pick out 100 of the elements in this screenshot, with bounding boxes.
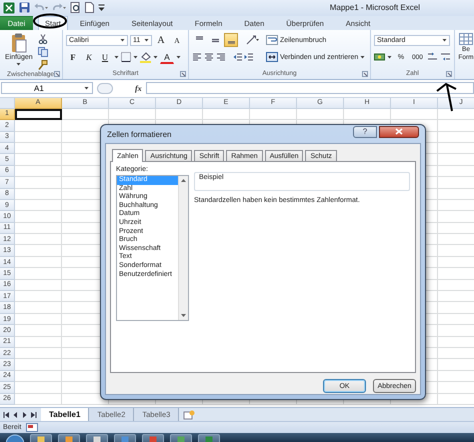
grid-cell[interactable]	[15, 280, 62, 292]
caret-icon[interactable]	[360, 55, 366, 60]
border-icon[interactable]	[121, 52, 131, 62]
font-color-button[interactable]: A	[160, 50, 174, 64]
grid-cell[interactable]	[15, 370, 62, 382]
text-orientation-icon[interactable]	[246, 35, 260, 46]
sheet-tab[interactable]: Tabelle1	[41, 408, 90, 422]
caret-icon[interactable]	[387, 55, 392, 60]
caret-icon[interactable]	[144, 38, 149, 42]
grid-cell[interactable]	[15, 314, 62, 326]
caret-icon[interactable]	[84, 86, 89, 90]
grid-cell[interactable]	[15, 154, 62, 166]
currency-icon[interactable]	[374, 52, 385, 62]
decrease-decimal-icon[interactable]	[440, 52, 451, 62]
app-icon	[93, 436, 101, 442]
clipboard-icon	[10, 32, 27, 53]
text-align-icon[interactable]	[204, 52, 214, 62]
grid-cell[interactable]	[62, 108, 109, 120]
caret-icon[interactable]	[442, 38, 447, 42]
print-preview-icon[interactable]	[70, 2, 81, 14]
select-all-button[interactable]	[0, 98, 15, 109]
customize-toolbar-icon[interactable]	[98, 4, 105, 12]
grid-cell[interactable]	[15, 142, 62, 154]
insert-function-button[interactable]: fx	[135, 84, 142, 93]
hand-drawn-circle	[33, 14, 67, 28]
grid-cell[interactable]	[391, 108, 438, 120]
grid-cell[interactable]	[344, 108, 391, 120]
grid-cell[interactable]	[15, 325, 62, 337]
grid-cell[interactable]	[156, 108, 203, 120]
copy-icon[interactable]	[38, 46, 48, 57]
save-icon[interactable]	[19, 2, 30, 14]
first-sheet-icon[interactable]	[3, 410, 10, 419]
grid-cell[interactable]	[203, 108, 250, 120]
grid-cell[interactable]	[109, 108, 156, 120]
insert-sheet-icon[interactable]	[183, 410, 196, 420]
grow-font-button[interactable]: A	[154, 33, 168, 48]
grid-cell[interactable]	[15, 394, 62, 405]
grid-cell[interactable]	[15, 382, 62, 394]
grid-cell[interactable]	[250, 108, 297, 120]
grid-cell[interactable]	[15, 177, 62, 189]
caret-icon[interactable]	[114, 55, 119, 60]
spreadsheet-app-icon[interactable]	[3, 2, 15, 14]
grid-cell[interactable]	[15, 359, 62, 371]
macro-record-icon[interactable]	[26, 423, 38, 432]
italic-button[interactable]: K	[82, 50, 96, 64]
resize-grip-icon[interactable]	[97, 82, 113, 94]
start-button-icon[interactable]	[6, 433, 24, 442]
grid-cell[interactable]	[15, 120, 62, 132]
dialog-launcher-icon[interactable]	[180, 70, 186, 77]
text-align-icon[interactable]	[192, 52, 202, 62]
merge-cells-icon	[266, 52, 278, 62]
grid-cell[interactable]	[15, 166, 62, 178]
app-icon	[65, 436, 73, 442]
align-lines-icon	[210, 36, 220, 44]
active-cell[interactable]	[15, 108, 62, 120]
grid-cell[interactable]	[15, 132, 62, 143]
grid-cell[interactable]	[15, 234, 62, 246]
grid-cell[interactable]	[15, 268, 62, 280]
grid-cell[interactable]	[15, 256, 62, 268]
name-box[interactable]: A1	[1, 82, 93, 94]
caret-icon[interactable]	[16, 62, 22, 66]
grid-cell[interactable]	[297, 108, 344, 120]
dialog-launcher-icon[interactable]	[54, 71, 60, 78]
increase-decimal-icon[interactable]	[426, 52, 438, 62]
grid-cell[interactable]	[15, 336, 62, 348]
help-button[interactable]: ?	[353, 126, 377, 138]
scissors-icon[interactable]	[38, 34, 48, 44]
grid-cell[interactable]	[15, 291, 62, 302]
format-painter-icon[interactable]	[38, 60, 48, 70]
decrease-indent-icon[interactable]	[233, 52, 242, 62]
text-align-icon[interactable]	[216, 52, 226, 62]
grid-cell[interactable]	[15, 200, 62, 212]
grid-cell[interactable]	[15, 348, 62, 360]
grid-cell[interactable]	[15, 188, 62, 200]
scroll-down-icon[interactable]	[181, 314, 186, 317]
close-button[interactable]	[379, 126, 419, 138]
formula-input[interactable]	[146, 82, 474, 94]
grid-cell[interactable]	[15, 245, 62, 257]
caret-icon[interactable]	[133, 55, 138, 60]
previous-sheet-icon[interactable]	[12, 410, 19, 419]
close-icon	[395, 128, 403, 135]
fill-color-icon[interactable]	[140, 52, 151, 63]
next-sheet-icon[interactable]	[21, 410, 28, 419]
bold-button[interactable]: F	[66, 50, 80, 64]
underline-button[interactable]: U	[98, 50, 112, 64]
new-document-icon[interactable]	[85, 2, 94, 14]
vertical-align-button[interactable]	[224, 33, 238, 48]
grid-cell[interactable]	[15, 222, 62, 234]
grid-cell[interactable]	[15, 211, 62, 223]
dialog-launcher-icon[interactable]	[362, 70, 368, 77]
increase-indent-icon[interactable]	[244, 52, 253, 62]
dialog-launcher-icon[interactable]	[446, 70, 452, 77]
last-sheet-icon[interactable]	[30, 410, 37, 419]
scroll-up-icon[interactable]	[181, 179, 186, 182]
grid-cell[interactable]	[15, 302, 62, 314]
scrollbar[interactable]	[178, 176, 188, 320]
caret-icon[interactable]	[120, 38, 125, 42]
app-icon	[177, 436, 185, 442]
caret-icon[interactable]	[153, 55, 158, 60]
caret-icon[interactable]	[176, 55, 181, 60]
